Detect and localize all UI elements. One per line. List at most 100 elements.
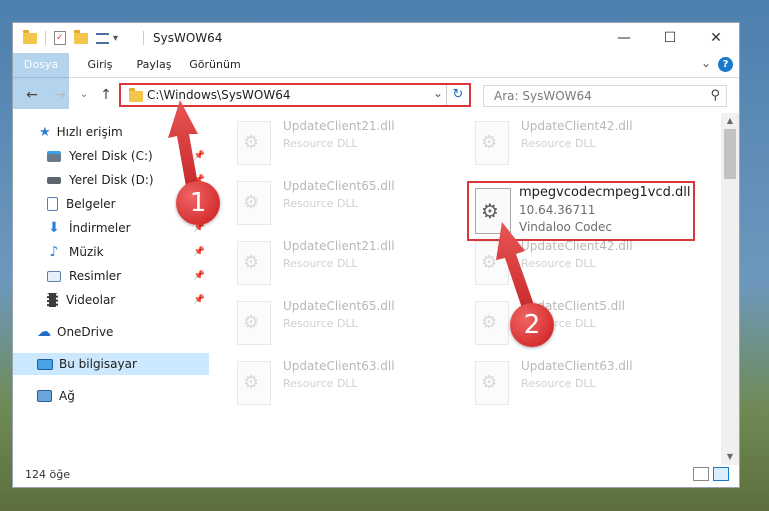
forward-button[interactable]: → [51,86,69,104]
address-bar[interactable]: C:\Windows\SysWOW64 ⌄ ↻ [119,83,471,107]
sidebar-item-disk-c[interactable]: Yerel Disk (C:) 📌 [13,145,209,167]
file-name: UpdateClient65.dll [283,179,395,193]
file-description: Resource DLL [283,197,358,210]
sidebar-item-label: Bu bilgisayar [59,357,137,371]
sidebar-item-downloads[interactable]: ⬇ İndirmeler 📌 [13,217,209,239]
file-description: Resource DLL [283,137,358,150]
ribbon-expand-icon[interactable]: ⌄ [701,56,711,70]
search-placeholder: Ara: SysWOW64 [494,89,592,103]
sidebar-item-label: Resimler [69,269,122,283]
sidebar-item-this-pc[interactable]: Bu bilgisayar [13,353,209,375]
sidebar-item-label: Belgeler [66,197,116,211]
tab-view[interactable]: Görünüm [187,53,243,77]
minimize-button[interactable]: — [601,23,647,53]
sidebar-item-onedrive[interactable]: ☁ OneDrive [13,321,209,343]
dll-file-icon [475,241,509,285]
drive-icon [47,150,61,162]
address-path[interactable]: C:\Windows\SysWOW64 [147,88,291,102]
file-name: UpdateClient21.dll [283,239,395,253]
arrow-right-icon: → [54,87,66,103]
status-bar: 124 öğe [13,463,739,487]
sidebar-item-label: Videolar [66,293,116,307]
list-item[interactable]: UpdateClient65.dll Resource DLL [227,177,457,233]
computer-icon [37,358,53,370]
list-item[interactable]: UpdateClient21.dll Resource DLL [227,117,457,173]
file-name: UpdateClient42.dll [521,119,633,133]
music-icon: ♪ [49,244,59,260]
quick-access-dropdown[interactable]: ▾ [113,33,118,44]
list-item[interactable]: UpdateClient65.dll Resource DLL [227,297,457,353]
file-name: UpdateClient63.dll [283,359,395,373]
file-name: UpdateClient65.dll [283,299,395,313]
file-list: UpdateClient21.dll Resource DLL UpdateCl… [209,113,721,465]
list-item[interactable]: UpdateClient42.dll Resource DLL [465,117,695,173]
arrow-up-icon: ↑ [100,87,112,103]
pin-icon[interactable]: 📌 [194,151,205,161]
documents-icon [47,197,58,211]
sidebar-item-label: İndirmeler [69,221,131,235]
scrollbar-thumb[interactable] [724,129,736,179]
sidebar-item-pictures[interactable]: Resimler 📌 [13,265,209,287]
network-icon [37,390,52,402]
folder-icon [23,29,37,44]
dll-file-icon [237,361,271,405]
scroll-up-icon[interactable]: ▲ [721,113,739,129]
details-view-icon[interactable] [693,467,709,481]
pin-icon[interactable]: 📌 [194,295,205,305]
list-item[interactable]: UpdateClient42.dll Resource DLL [465,237,695,293]
search-icon[interactable]: ⚲ [710,88,720,103]
large-icons-view-icon[interactable] [713,467,729,481]
list-item[interactable]: UpdateClient63.dll Resource DLL [465,357,695,413]
file-description: Resource DLL [521,377,596,390]
properties-icon[interactable]: ✓ [54,31,66,45]
search-input[interactable]: Ara: SysWOW64 ⚲ [483,85,727,107]
view-options-icon[interactable] [96,32,109,44]
tab-share[interactable]: Paylaş [129,53,179,77]
back-button[interactable]: ← [23,86,41,104]
refresh-button[interactable]: ↻ [446,85,469,105]
sidebar-item-music[interactable]: ♪ Müzik 📌 [13,241,209,263]
sidebar-item-quick-access[interactable]: ★ Hızlı erişim [13,121,209,143]
file-description: Resource DLL [521,137,596,150]
list-item[interactable]: UpdateClient5.dll Resource DLL [465,297,695,353]
cloud-icon: ☁ [37,324,51,340]
sidebar-item-disk-d[interactable]: Yerel Disk (D:) 📌 [13,169,209,191]
drive-icon [47,176,61,184]
dll-file-icon [475,188,511,234]
address-dropdown-icon[interactable]: ⌄ [433,86,443,100]
up-button[interactable]: ↑ [97,86,115,104]
navigation-pane: ★ Hızlı erişim Yerel Disk (C:) 📌 Yerel D… [13,113,209,465]
dll-file-icon [237,301,271,345]
ribbon: Dosya Giriş Paylaş Görünüm ⌄ ? [13,53,739,109]
tab-home[interactable]: Giriş [79,53,121,77]
list-item[interactable]: UpdateClient21.dll Resource DLL [227,237,457,293]
quick-access-toolbar: ✓ ▾ [23,29,118,47]
sidebar-item-network[interactable]: Ağ [13,385,209,407]
new-folder-icon[interactable] [74,29,88,44]
videos-icon [47,293,58,307]
sidebar-item-label: Yerel Disk (C:) [69,149,153,163]
file-description: Resource DLL [521,257,596,270]
maximize-icon: ☐ [663,30,677,46]
file-description: Resource DLL [283,257,358,270]
title-bar: ✓ ▾ SysWOW64 — ☐ ✕ [13,23,739,53]
item-count: 124 öğe [25,468,70,481]
close-icon: ✕ [710,30,722,46]
pin-icon[interactable]: 📌 [194,247,205,257]
highlighted-file[interactable]: mpegvcodecmpeg1vcd.dll 10.64.36711 Vinda… [467,181,695,241]
sidebar-item-label: Ağ [59,389,75,403]
vertical-scrollbar[interactable]: ▲ ▼ [721,113,739,465]
pin-icon[interactable]: 📌 [194,271,205,281]
close-button[interactable]: ✕ [693,23,739,53]
callout-1: 1 [176,181,220,225]
file-name: UpdateClient42.dll [521,239,633,253]
list-item[interactable]: UpdateClient63.dll Resource DLL [227,357,457,413]
maximize-button[interactable]: ☐ [647,23,693,53]
sidebar-item-videos[interactable]: Videolar 📌 [13,289,209,311]
recent-locations-button[interactable]: ⌄ [75,86,93,104]
minimize-icon: — [617,30,631,46]
pictures-icon [47,270,61,282]
sidebar-item-label: Müzik [69,245,104,259]
help-icon[interactable]: ? [718,57,733,72]
file-name: mpegvcodecmpeg1vcd.dll [519,185,691,200]
